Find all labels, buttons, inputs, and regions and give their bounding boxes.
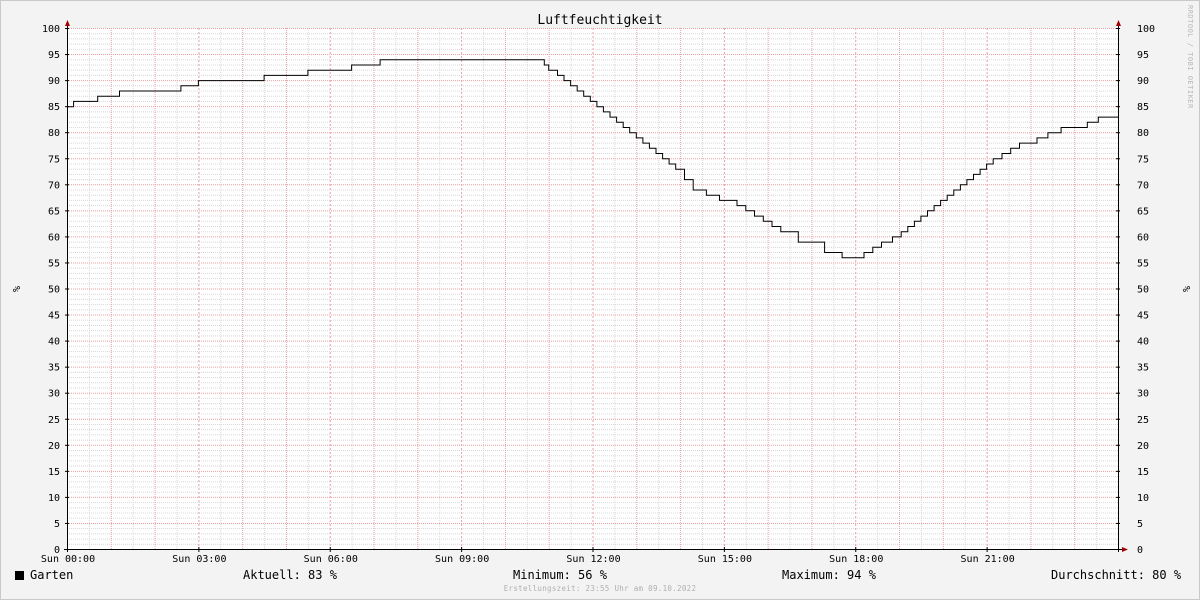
y-tick-label: 10 (48, 493, 60, 504)
y-tick-label: 100 (42, 24, 60, 35)
y-tick-label: 80 (48, 128, 60, 139)
humidity-chart: Luftfeuchtigkeit 0 5 10 15 20 25 30 35 40 45 50 55 6… (10, 5, 1194, 565)
y-tick-label: 60 (48, 232, 60, 243)
rrdtool-watermark: RRDTOOL / TOBI OETIKER (1186, 5, 1194, 109)
y-tick-label: 65 (1137, 206, 1149, 217)
y-tick-label: 20 (48, 441, 60, 452)
y-tick-label: 55 (1137, 258, 1149, 269)
x-tick-label: Sun 00:00 (41, 554, 95, 565)
legend-average: Durchschnitt: 80 % (1051, 568, 1182, 582)
y-tick-label: 50 (48, 285, 60, 296)
y-tick-label: 85 (1137, 102, 1149, 113)
legend-series-label: Garten (30, 568, 74, 582)
y-tick-label: 95 (1137, 50, 1149, 61)
x-tick-label: Sun 21:00 (961, 554, 1015, 565)
y-axis-arrow-right-icon (1116, 20, 1121, 26)
y-axis-unit-right: % (1180, 286, 1191, 292)
x-tick-label: Sun 09:00 (435, 554, 489, 565)
y-tick-label: 20 (1137, 441, 1149, 452)
y-tick-label: 75 (1137, 154, 1149, 165)
x-tick-label: Sun 18:00 (829, 554, 883, 565)
y-tick-label: 35 (1137, 363, 1149, 374)
y-tick-label: 60 (1137, 232, 1149, 243)
y-tick-label: 40 (48, 337, 60, 348)
y-tick-label: 15 (1137, 467, 1149, 478)
y-tick-label: 25 (48, 415, 60, 426)
legend-swatch-icon (15, 571, 24, 580)
y-tick-label: 40 (1137, 337, 1149, 348)
x-axis-arrow-icon (1122, 547, 1128, 552)
legend-minimum: Minimum: 56 % (513, 568, 607, 582)
y-tick-label: 85 (48, 102, 60, 113)
creation-time: Erstellungszeit: 23:55 Uhr am 09.10.2022 (503, 584, 697, 593)
x-tick-label: Sun 15:00 (698, 554, 752, 565)
y-tick-label: 100 (1137, 24, 1155, 35)
y-tick-label: 5 (54, 519, 60, 530)
y-axis-unit-left: % (10, 286, 21, 292)
x-tick-labels: Sun 00:00 Sun 03:00 Sun 06:00 Sun 09:00 Sun … (41, 554, 1015, 565)
y-tick-label: 35 (48, 363, 60, 374)
legend-maximum: Maximum: 94 % (782, 568, 876, 582)
y-tick-label: 65 (48, 206, 60, 217)
y-tick-label: 80 (1137, 128, 1149, 139)
y-tick-label: 55 (48, 258, 60, 269)
y-tick-label: 30 (1137, 389, 1149, 400)
legend-series: Garten (15, 568, 73, 582)
y-tick-label: 90 (48, 76, 60, 87)
y-tick-label: 45 (1137, 311, 1149, 322)
y-tick-label: 10 (1137, 493, 1149, 504)
y-tick-label: 95 (48, 50, 60, 61)
y-axis-arrow-left-icon (65, 20, 70, 26)
y-tick-label: 0 (1137, 545, 1143, 556)
y-tick-label: 50 (1137, 285, 1149, 296)
y-tick-label: 70 (1137, 180, 1149, 191)
chart-title: Luftfeuchtigkeit (537, 13, 662, 28)
y-tick-label: 30 (48, 389, 60, 400)
legend-current: Aktuell: 83 % (243, 568, 337, 582)
x-tick-label: Sun 12:00 (566, 554, 620, 565)
y-tick-label: 70 (48, 180, 60, 191)
y-tick-label: 5 (1137, 519, 1143, 530)
y-tick-labels-right: 0 5 10 15 20 25 30 35 40 45 50 55 60 65 70 75 80 85 90 95 10… (1137, 24, 1155, 556)
x-tick-label: Sun 03:00 (172, 554, 226, 565)
y-tick-label: 15 (48, 467, 60, 478)
y-tick-label: 90 (1137, 76, 1149, 87)
y-tick-labels-left: 0510152025303540455055606570758085909510… (42, 24, 60, 556)
y-tick-label: 25 (1137, 415, 1149, 426)
y-tick-label: 45 (48, 311, 60, 322)
y-tick-label: 75 (48, 154, 60, 165)
x-tick-label: Sun 06:00 (304, 554, 358, 565)
